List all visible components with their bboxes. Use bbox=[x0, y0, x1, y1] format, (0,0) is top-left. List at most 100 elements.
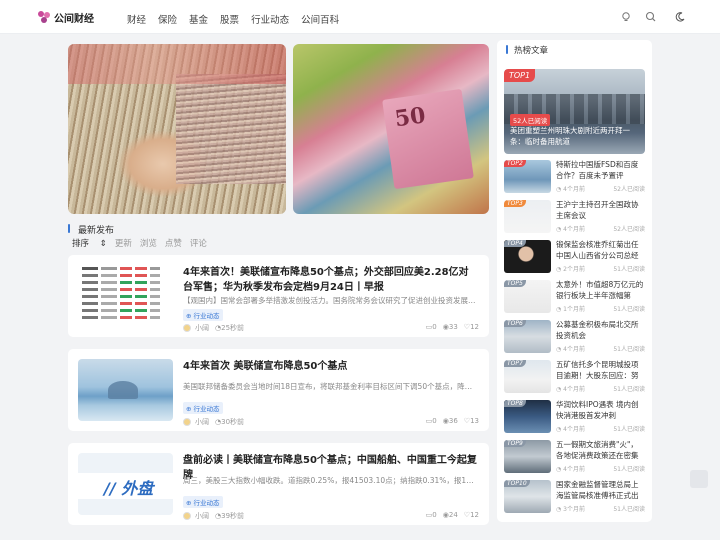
banknote-image: 50 bbox=[382, 88, 474, 190]
nav-item-stock[interactable]: 股票 bbox=[220, 12, 239, 26]
like-count: ♡13 bbox=[463, 417, 479, 425]
sort-bar: 排序 ⇕ 更新 浏览 点赞 评论 bbox=[72, 237, 215, 249]
hot-article-title[interactable]: 太意外！市值超8万亿元的银行板块上半年涨幅第一！… bbox=[556, 280, 645, 301]
article-meta: 小阔 ◔ 30秒前 bbox=[183, 417, 244, 427]
avatar[interactable] bbox=[183, 324, 191, 332]
article-thumbnail[interactable]: TOP4 bbox=[504, 240, 551, 273]
article-thumbnail[interactable]: TOP2 bbox=[504, 160, 551, 193]
view-count: ◉33 bbox=[442, 323, 458, 331]
nav-item-fund[interactable]: 基金 bbox=[189, 12, 208, 26]
hot-article-meta: ◔ 4个月前 51人已阅读 bbox=[556, 426, 645, 433]
hot-article-meta: ◔ 4个月前 52人已阅读 bbox=[556, 186, 645, 193]
hot-article-title[interactable]: 华润饮料IPO遇表 境内创快消港股首发冲刺 bbox=[556, 400, 645, 421]
article-stats: ▭0 ◉24 ♡12 bbox=[420, 511, 479, 519]
hot-article-title[interactable]: 特斯拉中国版FSD和百度合作？百度未予置评 bbox=[556, 160, 645, 181]
sort-updated[interactable]: 更新 bbox=[115, 237, 132, 249]
rank-badge: TOP9 bbox=[504, 440, 526, 447]
back-to-top-icon[interactable] bbox=[690, 470, 708, 488]
search-icon[interactable] bbox=[644, 10, 658, 24]
hot-article-item[interactable]: TOP10 国家金融监督管理总局上海监管局核准傅祎正式出任… ◔ 3个月前51人… bbox=[504, 480, 645, 520]
rank-badge: TOP6 bbox=[504, 320, 526, 327]
hot-article-top1[interactable]: TOP1 52人已阅读 美团重塑兰州明珠大剧附近两开拜一条：临时备用航道 bbox=[504, 69, 645, 154]
like-count: ♡12 bbox=[463, 323, 479, 331]
article-excerpt: 周三，美股三大指数小幅收跌。道指跌0.25%，报41503.10点；纳指跌0.3… bbox=[183, 476, 478, 485]
rank-badge: TOP8 bbox=[504, 400, 526, 407]
moon-icon[interactable] bbox=[673, 10, 687, 24]
hot-article-item[interactable]: TOP3 王沪宁主持召开全国政协主席会议 ◔ 4个月前 52人已阅读 bbox=[504, 200, 645, 240]
hot-article-title[interactable]: 国家金融监督管理总局上海监管局核准傅祎正式出任… bbox=[556, 480, 645, 501]
hot-article-title[interactable]: 公募基金积极布局北交所投资机会 bbox=[556, 320, 645, 341]
article-excerpt: 美国联邦储备委员会当地时间18日宣布，将联邦基金利率目标区间下调50个基点，降至… bbox=[183, 382, 478, 391]
hot-article-item[interactable]: TOP5 太意外！市值超8万亿元的银行板块上半年涨幅第一！… ◔ 1个月前51人… bbox=[504, 280, 645, 320]
hot-article-item[interactable]: TOP9 五一假期文旅消费"火"，各地促消费政策还在密集出台 ◔ 4个月前51人… bbox=[504, 440, 645, 480]
article-tag[interactable]: ⊕ 行业动态 bbox=[183, 402, 223, 414]
hot-article-title[interactable]: 五矿信托多个昆明城投项目逾期！大股东回应：努力… bbox=[556, 360, 645, 381]
sort-likes[interactable]: 点赞 bbox=[165, 237, 182, 249]
article-card[interactable]: 4年来首次 美联储宣布降息50个基点 美国联邦储备委员会当地时间18日宣布，将联… bbox=[68, 349, 489, 431]
article-excerpt: 【观国内】国常会部署多举措激发创投活力。国务院常务会议研究了促进创业投资发展的有… bbox=[183, 296, 478, 305]
hot-article-item[interactable]: TOP7 五矿信托多个昆明城投项目逾期！大股东回应：努力… ◔ 4个月前51人已… bbox=[504, 360, 645, 400]
nav-item-finance[interactable]: 财经 bbox=[127, 12, 146, 26]
comment-count: ▭0 bbox=[425, 511, 437, 519]
top-header: 公间财经 财经 保险 基金 股票 行业动态 公间百科 bbox=[0, 0, 720, 34]
article-title[interactable]: 4年来首次！美联储宣布降息50个基点；外交部回应美2.28亿对台军售；华为秋季发… bbox=[183, 265, 478, 295]
avatar[interactable] bbox=[183, 512, 191, 520]
hot-article-title[interactable]: 王沪宁主持召开全国政协主席会议 bbox=[556, 200, 645, 221]
rank-badge: TOP1 bbox=[504, 69, 536, 82]
post-time: 39秒前 bbox=[221, 512, 245, 520]
article-thumbnail[interactable]: TOP8 bbox=[504, 400, 551, 433]
article-meta: 小阔 ◔ 25秒前 bbox=[183, 323, 244, 333]
article-card[interactable]: // 外盘 盘前必读丨美联储宣布降息50个基点；中国船舶、中国重工今起复牌 周三… bbox=[68, 443, 489, 525]
avatar[interactable] bbox=[183, 418, 191, 426]
latest-section-header: 最新发布 排序 ⇕ 更新 浏览 点赞 评论 bbox=[68, 220, 489, 252]
article-thumbnail[interactable] bbox=[78, 359, 173, 421]
article-title[interactable]: 4年来首次 美联储宣布降息50个基点 bbox=[183, 359, 478, 374]
hot-article-item[interactable]: TOP2 特斯拉中国版FSD和百度合作？百度未予置评 ◔ 4个月前 52人已阅读 bbox=[504, 160, 645, 200]
hot-article-title[interactable]: 五一假期文旅消费"火"，各地促消费政策还在密集出台 bbox=[556, 440, 645, 461]
cash-bundle-image bbox=[176, 74, 286, 184]
article-thumbnail[interactable]: TOP6 bbox=[504, 320, 551, 353]
rank-badge: TOP4 bbox=[504, 240, 526, 247]
article-thumbnail[interactable]: TOP9 bbox=[504, 440, 551, 473]
comment-count: ▭0 bbox=[425, 323, 437, 331]
hot-article-meta: ◔ 4个月前 51人已阅读 bbox=[556, 386, 645, 393]
article-tag[interactable]: ⊕ 行业动态 bbox=[183, 309, 223, 321]
article-thumbnail[interactable]: TOP10 bbox=[504, 480, 551, 513]
article-thumbnail[interactable]: TOP3 bbox=[504, 200, 551, 233]
hot-article-meta: ◔ 4个月前 51人已阅读 bbox=[556, 346, 645, 353]
nav-item-wiki[interactable]: 公间百科 bbox=[301, 12, 339, 26]
hot-article-item[interactable]: TOP8 华润饮料IPO遇表 境内创快消港股首发冲刺 ◔ 4个月前 51人已阅读 bbox=[504, 400, 645, 440]
hot-article-meta: ◔ 4个月前 52人已阅读 bbox=[556, 226, 645, 233]
logo-mark-icon bbox=[38, 11, 51, 24]
article-thumbnail[interactable] bbox=[78, 265, 173, 327]
rank-badge: TOP3 bbox=[504, 200, 526, 207]
author-name[interactable]: 小阔 bbox=[195, 511, 209, 521]
article-thumbnail[interactable]: // 外盘 bbox=[78, 453, 173, 515]
hot-article-meta: ◔ 1个月前 51人已阅读 bbox=[556, 306, 645, 313]
bulb-icon[interactable] bbox=[619, 10, 633, 24]
article-thumbnail[interactable]: TOP7 bbox=[504, 360, 551, 393]
nav-item-industry[interactable]: 行业动态 bbox=[251, 12, 289, 26]
main-nav: 财经 保险 基金 股票 行业动态 公间百科 bbox=[127, 12, 351, 26]
hot-article-item[interactable]: TOP4 锻保监会核准乔红菊出任中国人山西省分公司总经理… ◔ 2个月前51人已… bbox=[504, 240, 645, 280]
article-tag[interactable]: ⊕ 行业动态 bbox=[183, 496, 223, 508]
nav-item-insurance[interactable]: 保险 bbox=[158, 12, 177, 26]
rank-badge: TOP5 bbox=[504, 280, 526, 287]
hot-article-item[interactable]: TOP6 公募基金积极布局北交所投资机会 ◔ 4个月前 51人已阅读 bbox=[504, 320, 645, 360]
like-count: ♡12 bbox=[463, 511, 479, 519]
sort-comments[interactable]: 评论 bbox=[190, 237, 207, 249]
hot-article-title[interactable]: 锻保监会核准乔红菊出任中国人山西省分公司总经理… bbox=[556, 240, 645, 261]
site-logo[interactable]: 公间财经 bbox=[38, 10, 94, 25]
section-title: 最新发布 bbox=[68, 223, 114, 236]
author-name[interactable]: 小阔 bbox=[195, 417, 209, 427]
article-card[interactable]: 4年来首次！美联储宣布降息50个基点；外交部回应美2.28亿对台军售；华为秋季发… bbox=[68, 255, 489, 337]
hot-article-meta: ◔ 4个月前 51人已阅读 bbox=[556, 466, 645, 473]
sort-label[interactable]: 排序 ⇕ bbox=[72, 237, 107, 249]
sort-views[interactable]: 浏览 bbox=[140, 237, 157, 249]
rank-badge: TOP7 bbox=[504, 360, 526, 367]
slide-banknotes[interactable]: 50 bbox=[293, 44, 489, 214]
hot-article-title[interactable]: 美团重塑兰州明珠大剧附近两开拜一条：临时备用航道 bbox=[510, 125, 640, 147]
slide-money-counting[interactable] bbox=[68, 44, 286, 214]
author-name[interactable]: 小阔 bbox=[195, 323, 209, 333]
article-thumbnail[interactable]: TOP5 bbox=[504, 280, 551, 313]
